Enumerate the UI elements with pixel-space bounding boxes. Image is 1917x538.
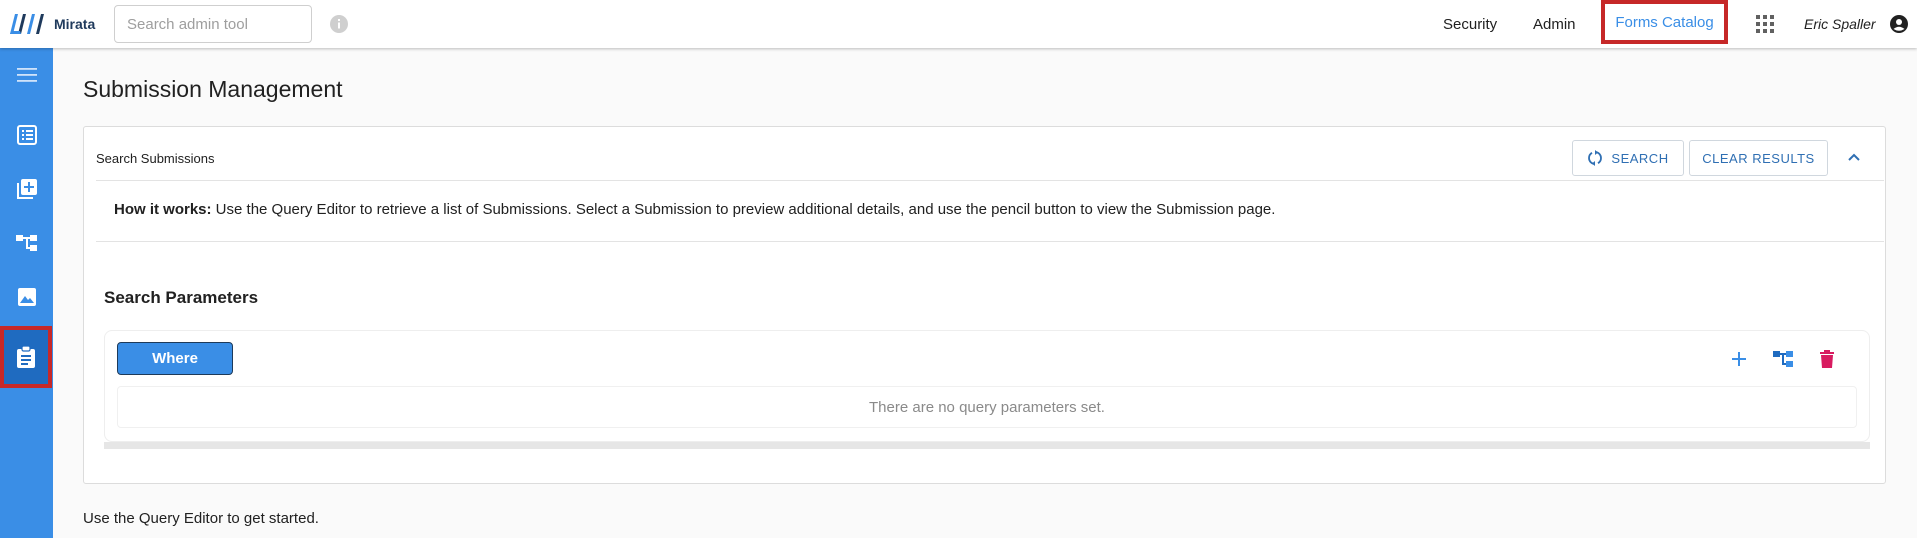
add-group-icon[interactable] bbox=[1772, 348, 1794, 370]
info-icon[interactable] bbox=[329, 14, 349, 34]
empty-parameters-message: There are no query parameters set. bbox=[117, 386, 1857, 428]
delete-icon[interactable] bbox=[1816, 348, 1838, 370]
refresh-icon bbox=[1588, 150, 1603, 166]
clear-results-label: CLEAR RESULTS bbox=[1702, 150, 1815, 166]
panel-title: Search Submissions bbox=[96, 151, 215, 166]
sidebar-item-hierarchy[interactable] bbox=[0, 216, 53, 270]
clipboard-icon bbox=[17, 346, 35, 368]
top-bar: Mirata Security Admin Forms Catalog Eric… bbox=[0, 0, 1917, 48]
image-icon bbox=[17, 288, 36, 306]
app-name: Mirata bbox=[54, 16, 96, 32]
chevron-up-icon[interactable] bbox=[1846, 149, 1862, 165]
clear-results-button[interactable]: CLEAR RESULTS bbox=[1689, 140, 1828, 176]
where-button[interactable]: Where bbox=[117, 342, 233, 375]
account-circle-icon[interactable] bbox=[1890, 15, 1908, 33]
page-title: Submission Management bbox=[83, 76, 343, 102]
mirata-logo-icon bbox=[10, 14, 44, 34]
add-box-icon bbox=[16, 179, 37, 199]
menu-icon bbox=[16, 68, 37, 82]
user-name[interactable]: Eric Spaller bbox=[1804, 0, 1876, 48]
apps-grid-icon[interactable] bbox=[1756, 15, 1774, 33]
nav-forms-catalog[interactable]: Forms Catalog bbox=[1601, 0, 1728, 44]
query-hint-text: Use the Query Editor to get started. bbox=[83, 510, 319, 527]
add-icon[interactable] bbox=[1728, 348, 1750, 370]
list-icon bbox=[16, 125, 37, 145]
nav-admin[interactable]: Admin bbox=[1533, 0, 1576, 48]
divider bbox=[96, 241, 1884, 242]
how-it-works-label: How it works: bbox=[114, 201, 212, 218]
sidebar-item-add[interactable] bbox=[0, 162, 53, 216]
search-submissions-panel: Search Submissions SEARCH CLEAR RESULTS … bbox=[83, 126, 1886, 484]
divider bbox=[96, 180, 1884, 181]
search-parameters-title: Search Parameters bbox=[104, 288, 259, 307]
search-input[interactable] bbox=[114, 5, 312, 43]
search-button[interactable]: SEARCH bbox=[1572, 140, 1684, 176]
sidebar bbox=[0, 48, 53, 538]
search-button-label: SEARCH bbox=[1611, 150, 1669, 166]
how-it-works-body: Use the Query Editor to retrieve a list … bbox=[211, 201, 1276, 218]
hierarchy-icon bbox=[15, 235, 37, 251]
horizontal-scrollbar[interactable] bbox=[104, 442, 1870, 449]
nav-security[interactable]: Security bbox=[1443, 0, 1497, 48]
how-it-works-text: How it works: Use the Query Editor to re… bbox=[114, 201, 1275, 218]
sidebar-item-submissions[interactable] bbox=[0, 326, 52, 388]
logo[interactable]: Mirata bbox=[8, 12, 95, 36]
sidebar-item-images[interactable] bbox=[0, 270, 53, 324]
sidebar-menu-toggle[interactable] bbox=[0, 48, 53, 102]
query-editor: Where There are no query parameters set. bbox=[104, 330, 1870, 442]
sidebar-item-list[interactable] bbox=[0, 108, 53, 162]
